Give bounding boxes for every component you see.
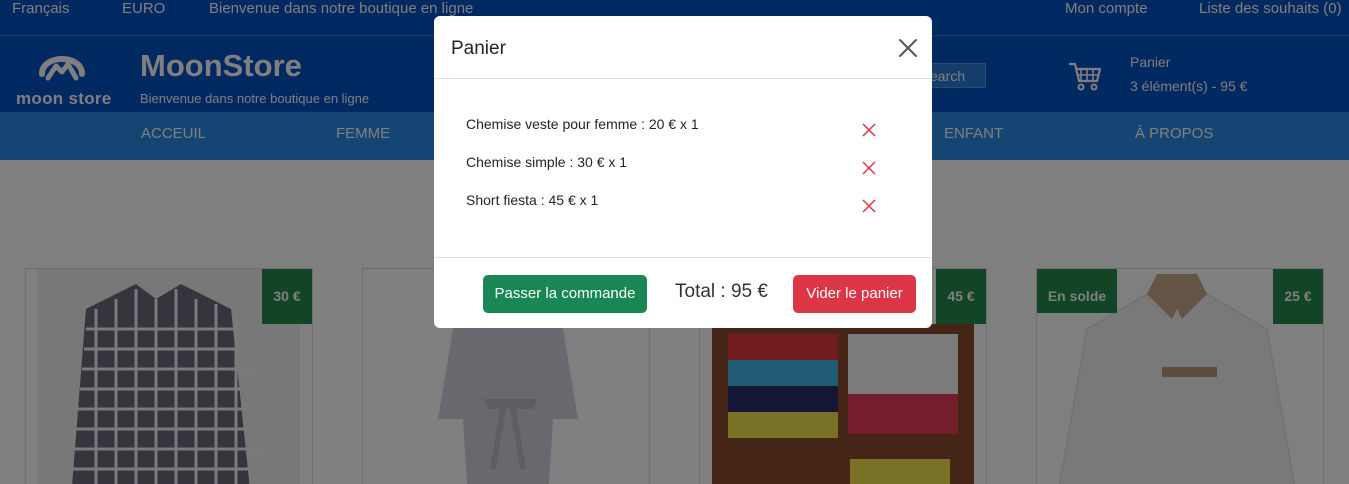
remove-item-icon[interactable] <box>861 198 877 214</box>
empty-cart-button[interactable]: Vider le panier <box>793 275 916 313</box>
modal-header: Panier <box>434 16 932 79</box>
remove-item-icon[interactable] <box>861 122 877 138</box>
cart-item: Chemise veste pour femme : 20 € x 1 <box>466 116 699 132</box>
cart-item: Short fiesta : 45 € x 1 <box>466 192 599 208</box>
cart-modal: Panier Chemise veste pour femme : 20 € x… <box>434 16 932 328</box>
modal-title: Panier <box>451 38 506 59</box>
cart-item: Chemise simple : 30 € x 1 <box>466 154 628 170</box>
checkout-button[interactable]: Passer la commande <box>483 275 647 313</box>
close-icon[interactable] <box>897 37 919 59</box>
modal-footer: Passer la commande Total : 95 € Vider le… <box>434 257 932 328</box>
cart-total: Total : 95 € <box>675 281 768 302</box>
remove-item-icon[interactable] <box>861 160 877 176</box>
modal-body: Chemise veste pour femme : 20 € x 1 Chem… <box>434 79 932 257</box>
